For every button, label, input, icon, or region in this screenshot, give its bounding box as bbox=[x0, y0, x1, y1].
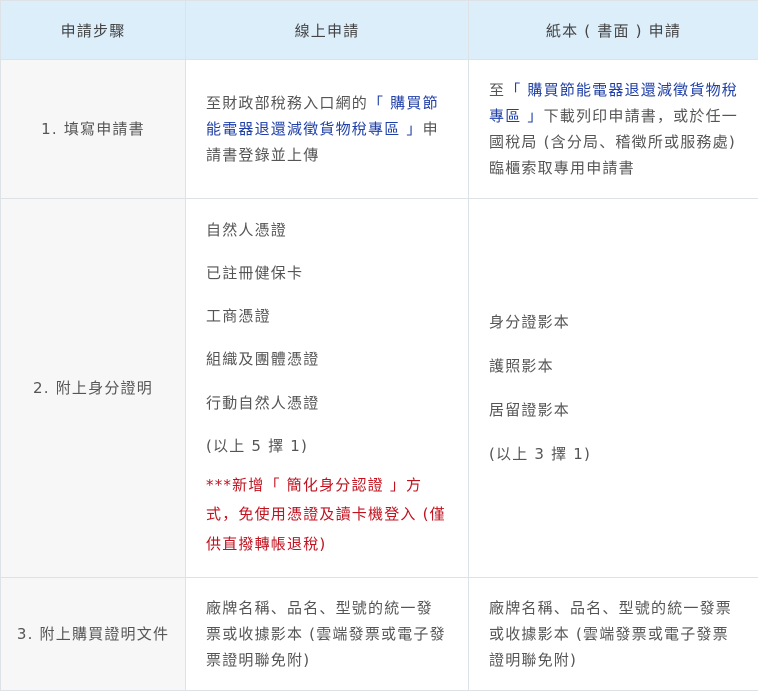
list-item: 工商憑證 bbox=[206, 307, 271, 326]
simplified-auth-note: ***新增「 簡化身分認證 」方式，免使用憑證及讀卡機登入 (僅供直撥轉帳退稅) bbox=[206, 475, 446, 553]
online-purchase-proof-cell: 廠牌名稱、品名、型號的統一發票或收據影本 (雲端發票或電子發票證明聯免附) bbox=[185, 577, 469, 691]
online-fill-form-cell: 至財政部稅務入口網的「 購買節能電器退還減徵貨物稅專區 」申請書登錄並上傳 bbox=[185, 59, 469, 199]
online-fill-form-pre: 至財政部稅務入口網的 bbox=[206, 94, 369, 112]
online-identity-cell: 自然人憑證 已註冊健保卡 工商憑證 組織及團體憑證 行動自然人憑證 (以上 5 … bbox=[185, 198, 469, 578]
list-item: 自然人憑證 bbox=[206, 220, 288, 239]
paper-fill-form-cell: 至「 購買節能電器退還減徵貨物稅專區 」下載列印申請書，或於任一國稅局 (含分局… bbox=[468, 59, 758, 199]
list-item: (以上 5 擇 1) bbox=[206, 436, 309, 455]
list-item: 組織及團體憑證 bbox=[206, 350, 320, 369]
list-item: 行動自然人憑證 bbox=[206, 393, 320, 412]
table-row: 2. 附上身分證明 自然人憑證 已註冊健保卡 工商憑證 組織及團體憑證 行動自然… bbox=[0, 198, 758, 578]
application-steps-table: 申請步驟 線上申請 紙本 ( 書面 ) 申請 1. 填寫申請書 至財政部稅務入口… bbox=[0, 0, 758, 691]
header-paper: 紙本 ( 書面 ) 申請 bbox=[468, 0, 758, 60]
list-item: (以上 3 擇 1) bbox=[489, 444, 592, 463]
table-row: 1. 填寫申請書 至財政部稅務入口網的「 購買節能電器退還減徵貨物稅專區 」申請… bbox=[0, 59, 758, 199]
list-item: 居留證影本 bbox=[489, 400, 571, 419]
table-row: 3. 附上購買證明文件 廠牌名稱、品名、型號的統一發票或收據影本 (雲端發票或電… bbox=[0, 577, 758, 691]
header-row: 申請步驟 線上申請 紙本 ( 書面 ) 申請 bbox=[0, 0, 758, 60]
list-item: 已註冊健保卡 bbox=[206, 263, 304, 282]
step-purchase-proof: 3. 附上購買證明文件 bbox=[0, 577, 186, 691]
step-identity-proof: 2. 附上身分證明 bbox=[0, 198, 186, 578]
list-item: 護照影本 bbox=[489, 357, 554, 376]
step-fill-form: 1. 填寫申請書 bbox=[0, 59, 186, 199]
paper-purchase-proof-cell: 廠牌名稱、品名、型號的統一發票或收據影本 (雲端發票或電子發票證明聯免附) bbox=[468, 577, 758, 691]
header-step: 申請步驟 bbox=[0, 0, 186, 60]
list-item: 身分證影本 bbox=[489, 313, 571, 332]
paper-fill-form-pre: 至 bbox=[489, 81, 506, 99]
header-online: 線上申請 bbox=[185, 0, 469, 60]
paper-identity-cell: 身分證影本 護照影本 居留證影本 (以上 3 擇 1) bbox=[468, 198, 758, 578]
